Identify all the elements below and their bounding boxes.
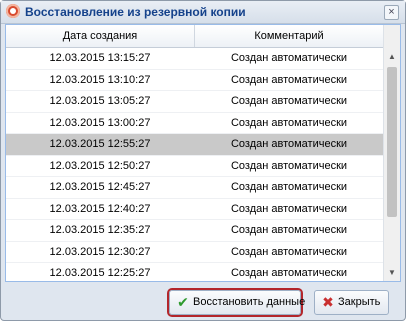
close-label: Закрыть	[338, 296, 381, 308]
cell-comment: Создан автоматически	[230, 181, 348, 193]
backup-grid: Дата создания Комментарий 12.03.2015 13:…	[5, 24, 401, 282]
table-row[interactable]: 12.03.2015 12:25:27 Создан автоматически	[6, 263, 383, 281]
checkmark-icon: ✔	[177, 294, 189, 310]
scroll-thumb[interactable]	[387, 67, 397, 217]
table-row[interactable]: 12.03.2015 12:35:27 Создан автоматически	[6, 220, 383, 242]
cell-date: 12.03.2015 12:40:27	[49, 202, 151, 215]
cell-comment: Создан автоматически	[230, 267, 348, 279]
cell-comment: Создан автоматически	[230, 52, 348, 64]
column-header-date[interactable]: Дата создания	[6, 25, 195, 47]
cell-date: 12.03.2015 13:15:27	[49, 52, 151, 64]
vertical-scrollbar[interactable]: ▲ ▼	[383, 25, 400, 281]
dialog-close-button[interactable]: ×	[384, 5, 399, 20]
table-row[interactable]: 12.03.2015 12:55:27 Создан автоматически	[6, 134, 383, 156]
table-row[interactable]: 12.03.2015 13:00:27 Создан автоматически	[6, 112, 383, 134]
cell-date: 12.03.2015 12:45:27	[49, 181, 151, 193]
lifebuoy-icon	[6, 4, 20, 18]
cell-date: 12.03.2015 12:30:27	[49, 245, 151, 258]
cell-date: 12.03.2015 12:50:27	[49, 159, 151, 172]
cell-comment: Создан автоматически	[230, 202, 348, 215]
cell-comment: Создан автоматически	[230, 245, 348, 258]
table-row[interactable]: 12.03.2015 12:45:27 Создан автоматически	[6, 177, 383, 199]
close-button[interactable]: ✖ Закрыть	[314, 290, 389, 315]
table-row[interactable]: 12.03.2015 12:30:27 Создан автоматически	[6, 241, 383, 263]
table-row[interactable]: 12.03.2015 13:05:27 Создан автоматически	[6, 91, 383, 113]
cell-date: 12.03.2015 12:25:27	[49, 267, 151, 279]
cell-comment: Создан автоматически	[230, 159, 348, 172]
grid-rows: 12.03.2015 13:15:27 Создан автоматически 1…	[6, 48, 383, 281]
cell-comment: Создан автоматически	[230, 73, 348, 86]
scroll-down-icon[interactable]: ▼	[384, 265, 400, 281]
grid-header: Дата создания Комментарий	[6, 25, 383, 48]
dialog-title: Восстановление из резервной копии	[25, 5, 246, 19]
table-row[interactable]: 12.03.2015 12:50:27 Создан автоматически	[6, 155, 383, 177]
restore-data-label: Восстановить данные	[193, 296, 306, 308]
table-row[interactable]: 12.03.2015 12:40:27 Создан автоматически	[6, 198, 383, 220]
cell-comment: Создан автоматически	[230, 138, 348, 150]
scroll-up-icon[interactable]: ▲	[384, 49, 400, 65]
dialog-titlebar: Восстановление из резервной копии ×	[1, 1, 405, 24]
restore-data-button[interactable]: ✔ Восстановить данные	[169, 290, 305, 315]
cell-date: 12.03.2015 12:35:27	[49, 224, 151, 236]
close-x-icon: ✖	[322, 294, 334, 310]
cell-date: 12.03.2015 13:10:27	[49, 73, 151, 86]
cell-date: 12.03.2015 13:05:27	[49, 95, 151, 107]
cell-date: 12.03.2015 13:00:27	[49, 116, 151, 129]
cell-comment: Создан автоматически	[230, 95, 348, 107]
column-header-comment[interactable]: Комментарий	[195, 25, 383, 47]
restore-backup-dialog: Восстановление из резервной копии × Дата…	[0, 0, 406, 321]
cell-date: 12.03.2015 12:55:27	[49, 138, 151, 150]
cell-comment: Создан автоматически	[230, 116, 348, 129]
table-row[interactable]: 12.03.2015 13:15:27 Создан автоматически	[6, 48, 383, 70]
table-row[interactable]: 12.03.2015 13:10:27 Создан автоматически	[6, 69, 383, 91]
cell-comment: Создан автоматически	[230, 224, 348, 236]
